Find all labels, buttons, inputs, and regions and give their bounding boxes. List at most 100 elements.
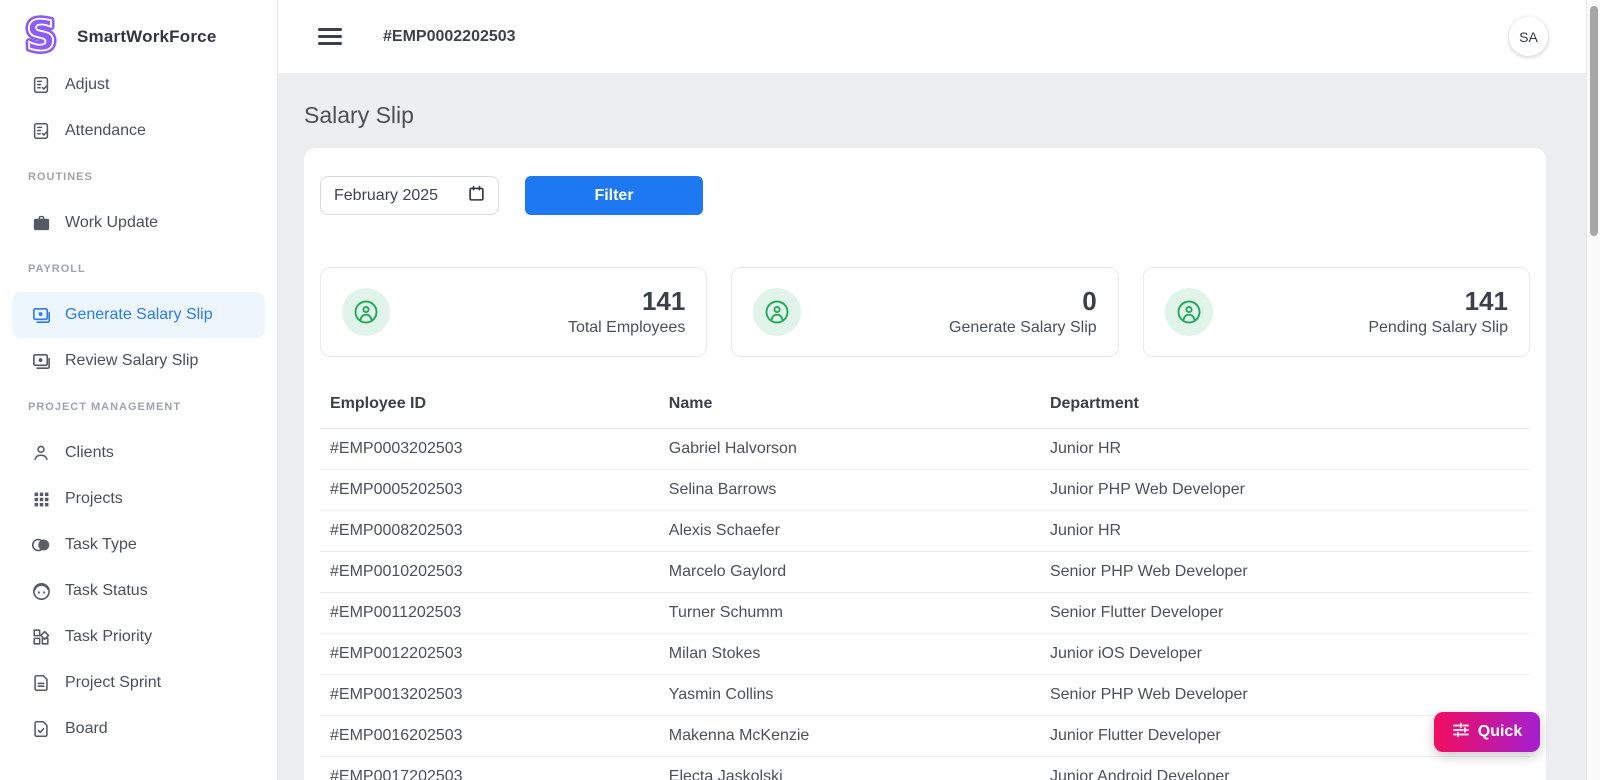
sidebar-item-projects[interactable]: Projects (0, 476, 277, 522)
stat-label: Pending Salary Slip (1368, 319, 1508, 337)
sidebar-item-task-status[interactable]: Task Status (0, 568, 277, 614)
month-picker-input[interactable]: February 2025 (320, 176, 499, 215)
user-circle-icon (753, 288, 802, 336)
sidebar-item-label: Task Status (65, 582, 148, 599)
sidebar-item-task-type[interactable]: Task Type (0, 522, 277, 568)
sidebar-item-work-update[interactable]: Work Update (0, 200, 277, 246)
stat-value: 141 (641, 285, 686, 316)
filter-button[interactable]: Filter (525, 176, 703, 215)
sidebar-item-label: Task Priority (65, 628, 153, 645)
cell-name: Gabriel Halvorson (658, 428, 1040, 470)
cell-department: Junior iOS Developer (1039, 633, 1530, 675)
month-picker-value: February 2025 (334, 186, 439, 204)
sidebar-item-project-sprint[interactable]: Project Sprint (0, 660, 277, 706)
stat-card-total-employees: 141 Total Employees (320, 267, 708, 357)
table-row[interactable]: #EMP0012202503 Milan Stokes Junior iOS D… (320, 633, 1530, 675)
brand[interactable]: S S SmartWorkForce (0, 0, 277, 64)
sidebar-item-generate-salary-slip[interactable]: Generate Salary Slip (12, 292, 265, 338)
briefcase-icon (30, 212, 52, 234)
table-row[interactable]: #EMP0003202503 Gabriel Halvorson Junior … (320, 428, 1530, 470)
cell-department: Junior HR (1039, 428, 1530, 470)
checklist-icon (30, 120, 52, 142)
column-header-department: Department (1039, 381, 1530, 429)
employee-table: Employee ID Name Department #EMP00032025… (320, 381, 1530, 780)
hamburger-menu-icon[interactable] (318, 28, 342, 45)
document-check-icon (30, 718, 52, 740)
sidebar-section-project-management: PROJECT MANAGEMENT (28, 401, 182, 413)
sidebar-item-label: Board (65, 720, 108, 737)
quick-button-label: Quick (1477, 723, 1523, 740)
table-row[interactable]: #EMP0017202503 Electa Jaskolski Junior A… (320, 756, 1530, 780)
cell-department: Junior Android Developer (1039, 756, 1530, 780)
cell-department: Senior Flutter Developer (1039, 592, 1530, 634)
salary-slip-card: February 2025 Filter 141 Total Employees (304, 148, 1546, 780)
cell-employee-id: #EMP0013202503 (320, 674, 659, 716)
cell-department: Senior PHP Web Developer (1039, 551, 1530, 593)
page-scrollbar-track[interactable] (1586, 0, 1600, 780)
content-area: Salary Slip February 2025 Filter 141 Tot… (278, 73, 1600, 780)
overlapping-circles-icon (30, 534, 52, 556)
cell-name: Marcelo Gaylord (658, 551, 1040, 593)
current-employee-id: #EMP0002202503 (383, 27, 516, 45)
cell-department: Junior HR (1039, 510, 1530, 552)
main-area: #EMP0002202503 SA Salary Slip February 2… (278, 0, 1600, 780)
column-header-employee-id: Employee ID (320, 381, 659, 429)
brand-name: SmartWorkForce (77, 26, 217, 46)
cell-name: Electa Jaskolski (658, 756, 1040, 780)
calendar-icon (468, 185, 485, 207)
salary-slip-icon (30, 304, 52, 326)
sidebar-item-board[interactable]: Board (0, 706, 277, 752)
page-scrollbar-thumb[interactable] (1590, 6, 1598, 236)
sidebar-item-label: Work Update (65, 214, 159, 231)
sidebar-item-label: Adjust (65, 76, 110, 93)
stat-value: 0 (1082, 285, 1097, 316)
stat-label: Total Employees (567, 319, 686, 337)
cell-name: Milan Stokes (658, 633, 1040, 675)
sidebar-item-label: Clients (65, 444, 114, 461)
person-icon (30, 442, 52, 464)
cell-employee-id: #EMP0017202503 (320, 756, 659, 780)
table-row[interactable]: #EMP0011202503 Turner Schumm Senior Flut… (320, 592, 1530, 634)
stat-card-generate-salary-slip: 0 Generate Salary Slip (731, 267, 1119, 357)
table-row[interactable]: #EMP0016202503 Makenna McKenzie Junior F… (320, 715, 1530, 757)
face-icon (30, 580, 52, 602)
svg-text:S: S (26, 11, 56, 57)
cell-name: Alexis Schaefer (658, 510, 1040, 552)
user-circle-icon (342, 288, 390, 336)
column-header-name: Name (658, 381, 1040, 429)
cell-department: Senior PHP Web Developer (1039, 674, 1530, 716)
sidebar-item-attendance[interactable]: Attendance (0, 108, 277, 154)
cell-name: Makenna McKenzie (658, 715, 1040, 757)
brand-logo-icon: S S (18, 8, 64, 64)
sidebar-item-task-priority[interactable]: Task Priority (0, 614, 277, 660)
cell-name: Turner Schumm (658, 592, 1040, 634)
sidebar-item-label: Review Salary Slip (65, 352, 199, 369)
sliders-icon (1452, 721, 1470, 744)
checklist-icon (30, 74, 52, 96)
cell-employee-id: #EMP0012202503 (320, 633, 659, 675)
filter-row: February 2025 Filter (320, 176, 1530, 215)
sidebar-item-review-salary-slip[interactable]: Review Salary Slip (0, 338, 277, 384)
sidebar-item-label: Projects (65, 490, 123, 507)
stats-row: 141 Total Employees 0 Generate Salary Sl… (320, 267, 1530, 357)
cell-employee-id: #EMP0003202503 (320, 428, 659, 470)
document-icon (30, 672, 52, 694)
avatar-initials: SA (1519, 28, 1538, 45)
quick-actions-button[interactable]: Quick (1434, 712, 1540, 752)
cell-employee-id: #EMP0011202503 (320, 592, 659, 634)
cell-employee-id: #EMP0010202503 (320, 551, 659, 593)
sidebar-section-routines: ROUTINES (28, 171, 93, 183)
sidebar-item-clients[interactable]: Clients (0, 430, 277, 476)
table-row[interactable]: #EMP0013202503 Yasmin Collins Senior PHP… (320, 674, 1530, 716)
user-avatar[interactable]: SA (1509, 17, 1548, 56)
sidebar-item-label: Task Type (65, 536, 137, 553)
cell-department: Junior PHP Web Developer (1039, 469, 1530, 511)
sidebar-item-adjust[interactable]: Adjust (0, 62, 277, 108)
table-row[interactable]: #EMP0005202503 Selina Barrows Junior PHP… (320, 469, 1530, 511)
table-row[interactable]: #EMP0008202503 Alexis Schaefer Junior HR (320, 510, 1530, 552)
top-bar: #EMP0002202503 SA (278, 0, 1600, 73)
table-header-row: Employee ID Name Department (320, 381, 1530, 429)
cell-employee-id: #EMP0008202503 (320, 510, 659, 552)
table-row[interactable]: #EMP0010202503 Marcelo Gaylord Senior PH… (320, 551, 1530, 593)
sidebar-item-label: Generate Salary Slip (65, 306, 213, 323)
